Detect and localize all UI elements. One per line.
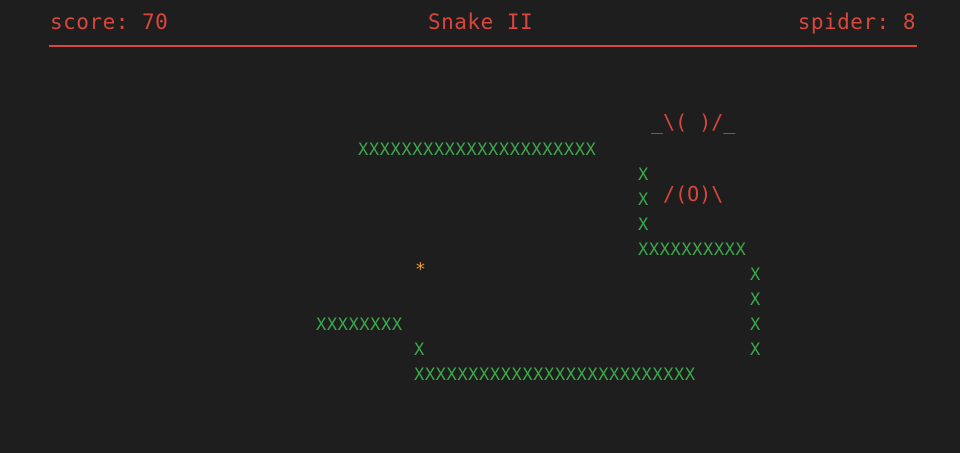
- snake-segment: X: [638, 165, 649, 185]
- spider-body: /(O)\: [651, 182, 724, 206]
- snake-segment: X: [750, 340, 761, 360]
- food-star-icon: *: [415, 259, 426, 280]
- snake-segment: XXXXXXXXXXXXXXXXXXXXXXXXXX: [414, 365, 696, 385]
- spider-enemy: _\( )/_ /(O)\: [651, 62, 735, 254]
- snake-segment: XXXXXXXX: [316, 315, 403, 335]
- snake-segment: X: [414, 340, 425, 360]
- snake-segment: XXXXXXXXXX: [638, 240, 747, 260]
- snake-segment: X: [750, 315, 761, 335]
- game-board: _\( )/_ /(O)\ * XXXXXXXXXXXXXXXXXXXXXX X…: [0, 0, 960, 453]
- snake-segment: X: [750, 265, 761, 285]
- snake-segment: XXXXXXXXXXXXXXXXXXXXXX: [358, 140, 597, 160]
- snake-segment: X: [750, 290, 761, 310]
- snake-segment: X: [638, 215, 649, 235]
- spider-legs-top: _\( )/_: [651, 110, 736, 134]
- snake-segment: X: [638, 190, 649, 210]
